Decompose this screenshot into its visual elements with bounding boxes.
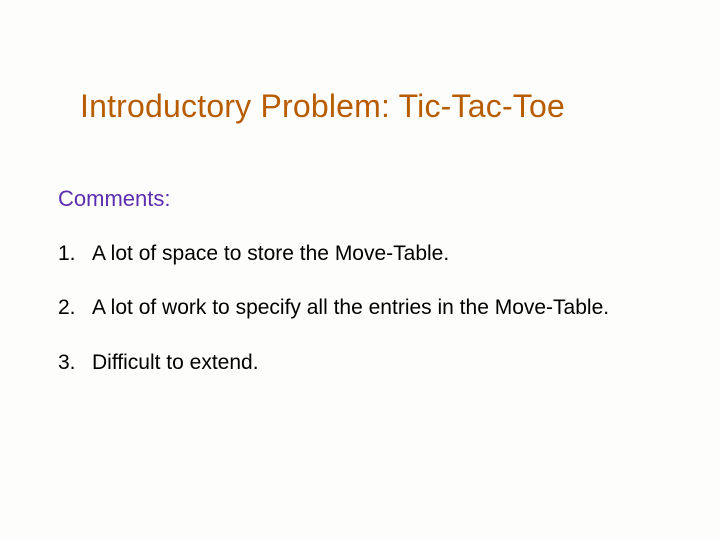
list-text: Difficult to extend.: [92, 349, 640, 377]
slide: Introductory Problem: Tic-Tac-Toe Commen…: [0, 0, 720, 540]
list-item: 1. A lot of space to store the Move-Tabl…: [58, 240, 640, 268]
list-text: A lot of work to specify all the entries…: [92, 294, 640, 322]
list-item: 3. Difficult to extend.: [58, 349, 640, 377]
comments-heading: Comments:: [58, 186, 170, 212]
list-text: A lot of space to store the Move-Table.: [92, 240, 640, 268]
slide-title: Introductory Problem: Tic-Tac-Toe: [80, 88, 680, 125]
list-item: 2. A lot of work to specify all the entr…: [58, 294, 640, 322]
list-number: 2.: [58, 294, 92, 322]
comments-list: 1. A lot of space to store the Move-Tabl…: [58, 240, 640, 403]
list-number: 3.: [58, 349, 92, 377]
list-number: 1.: [58, 240, 92, 268]
